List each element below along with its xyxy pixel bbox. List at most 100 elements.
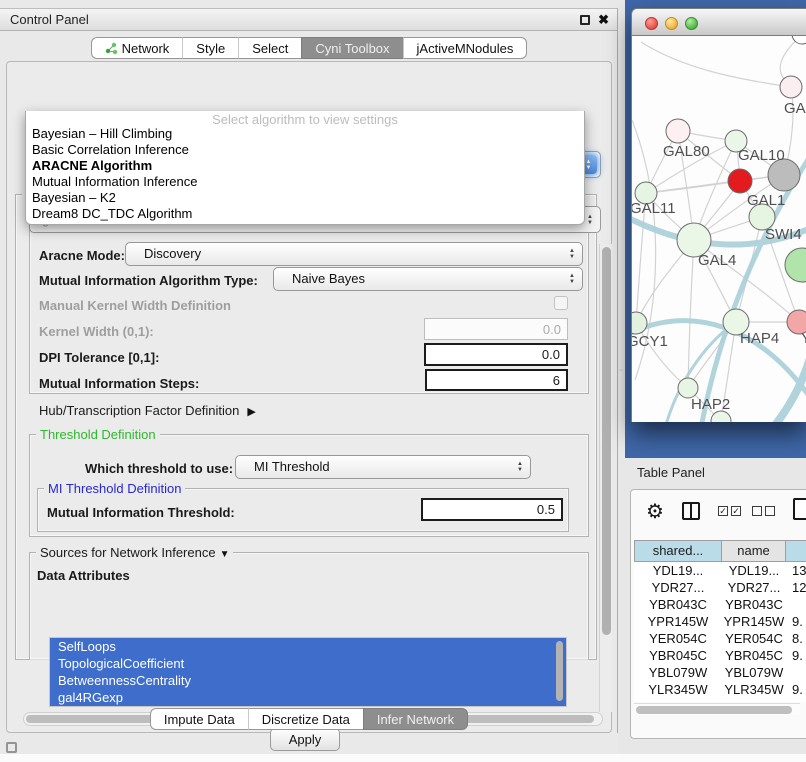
tab-style[interactable]: Style <box>182 37 238 59</box>
table-panel-title: Table Panel <box>637 465 705 480</box>
control-panel-titlebar: Control Panel ✖ <box>0 9 617 31</box>
tab-jactivemnodules[interactable]: jActiveMNodules <box>403 37 528 59</box>
mi-threshold-label: Mutual Information Threshold: <box>47 505 235 520</box>
network-canvas[interactable]: GAL GAL80 GAL10 GAL1 GAL11 SWI4 GAL4 GCY… <box>631 36 806 422</box>
kernel-width-field[interactable]: 0.0 <box>424 318 568 340</box>
aracne-mode-combobox[interactable]: Discovery ▲▼ <box>125 242 583 266</box>
table-row[interactable]: YLR345WYLR345W9. <box>634 681 806 698</box>
bottom-tabbar: Impute Data Discretize Data Infer Networ… <box>0 708 618 730</box>
collapse-down-icon: ▼ <box>220 549 230 560</box>
minimize-window-icon[interactable] <box>665 17 678 30</box>
settings-vertical-scrollbar[interactable] <box>599 244 612 712</box>
close-icon[interactable]: ✖ <box>598 11 609 29</box>
mi-steps-field[interactable]: 6 <box>425 369 568 391</box>
hub-definition-toggle[interactable]: Hub/Transcription Factor Definition▶ <box>39 403 256 418</box>
dropdown-item-selected[interactable]: ARACNE Algorithm <box>26 158 584 174</box>
list-item[interactable]: SelfLoops <box>50 638 566 655</box>
network-node-gal1-selected[interactable] <box>728 169 752 193</box>
group-title: Threshold Definition <box>36 427 160 442</box>
dropdown-item[interactable]: Basic Correlation Inference <box>26 142 584 158</box>
mi-threshold-field[interactable]: 0.5 <box>421 498 563 521</box>
sources-toggle[interactable]: Sources for Network Inference▼ <box>36 545 233 560</box>
node-label: GAL11 <box>632 200 676 217</box>
list-scrollbar[interactable] <box>556 641 563 701</box>
traffic-lights <box>645 17 698 30</box>
which-threshold-combobox[interactable]: MI Threshold ▲▼ <box>235 455 531 479</box>
table-row[interactable]: YPR145WYPR145W9. <box>634 613 806 630</box>
dropdown-placeholder: Select algorithm to view settings <box>26 111 584 126</box>
zoom-window-icon[interactable] <box>685 17 698 30</box>
panel-title: Control Panel <box>10 9 89 31</box>
mi-steps-value: 6 <box>553 373 560 388</box>
tab-impute-data[interactable]: Impute Data <box>150 708 248 730</box>
tab-select[interactable]: Select <box>238 37 301 59</box>
list-item[interactable]: BetweennessCentrality <box>50 672 566 689</box>
network-node-hap2[interactable] <box>678 378 698 398</box>
table-body[interactable]: YDL19...YDL19...13 YDR27...YDR27...12 YB… <box>634 562 806 702</box>
unchecked-box-icon <box>765 506 775 516</box>
float-icon[interactable] <box>580 15 590 25</box>
group-title: MI Threshold Definition <box>44 481 185 496</box>
table-row[interactable]: YBL079WYBL079W <box>634 664 806 681</box>
minimized-panel-icon[interactable] <box>6 742 17 753</box>
tab-label: Impute Data <box>164 709 235 730</box>
close-window-icon[interactable] <box>645 17 658 30</box>
network-node-green[interactable] <box>785 248 806 282</box>
table-row[interactable]: YBR043CYBR043C <box>634 596 806 613</box>
data-attributes-label: Data Attributes <box>37 568 130 583</box>
list-item[interactable]: gal4RGexp <box>50 689 566 706</box>
tab-label: Discretize Data <box>262 709 350 730</box>
table-row[interactable]: YDR27...YDR27...12 <box>634 579 806 596</box>
column-header-shared-name[interactable]: shared... <box>634 540 722 562</box>
table-row[interactable]: YIL052CYIL052C9. <box>634 698 806 702</box>
network-node-gal[interactable] <box>780 76 802 98</box>
dpi-tolerance-value: 0.0 <box>542 347 560 362</box>
combobox-stepper-icon: ▲▼ <box>569 243 575 265</box>
network-icon <box>105 42 118 55</box>
document-icon[interactable] <box>793 498 806 520</box>
tab-label: Cyni Toolbox <box>315 38 389 59</box>
apply-button[interactable]: Apply <box>270 728 340 751</box>
tab-label: jActiveMNodules <box>417 38 514 59</box>
select-all-columns-icon[interactable]: ✓ ✓ <box>718 506 741 516</box>
network-node-gal80[interactable] <box>666 119 690 143</box>
tab-infer-network[interactable]: Infer Network <box>363 708 468 730</box>
data-attributes-list: SelfLoops TopologicalCoefficient Between… <box>49 637 567 707</box>
network-window-titlebar[interactable] <box>631 8 806 36</box>
bottom-strip <box>0 754 806 762</box>
collapse-right-icon: ▶ <box>247 405 255 418</box>
algorithm-dropdown-popup: Select algorithm to view settings Bayesi… <box>25 111 585 225</box>
table-header-row: shared... name <box>634 540 806 562</box>
dropdown-item[interactable]: Dream8 DC_TDC Algorithm <box>26 206 584 222</box>
columns-icon[interactable] <box>682 502 700 520</box>
deselect-all-columns-icon[interactable] <box>752 506 775 516</box>
tab-label: Select <box>252 38 288 59</box>
splitter-handle[interactable]: ∙∙ <box>619 369 623 376</box>
tab-network[interactable]: Network <box>91 37 183 59</box>
node-label: GAL80 <box>663 143 710 160</box>
column-header[interactable] <box>786 540 806 562</box>
dropdown-item[interactable]: Bayesian – K2 <box>26 190 584 206</box>
table-row[interactable]: YER054CYER054C8. <box>634 630 806 647</box>
column-header-name[interactable]: name <box>722 540 786 562</box>
dropdown-item[interactable]: Bayesian – Hill Climbing <box>26 126 584 142</box>
top-tabbar: Network Style Select Cyni Toolbox jActiv… <box>0 37 618 59</box>
control-panel: Control Panel ✖ Network Style Select Cyn… <box>0 8 618 733</box>
table-row[interactable]: YBR045CYBR045C9. <box>634 647 806 664</box>
network-node-gcy1[interactable] <box>632 312 647 334</box>
scrollbar-thumb[interactable] <box>636 706 792 714</box>
table-horizontal-scrollbar[interactable] <box>634 703 800 715</box>
node-label: GAL4 <box>698 252 736 269</box>
list-item[interactable]: TopologicalCoefficient <box>50 655 566 672</box>
gear-icon[interactable]: ⚙ <box>646 499 664 524</box>
cyni-toolbox-panel: ▲▼ gal-filtered.sif default node ▲▼ Sele… <box>6 61 612 733</box>
table-toolbar: ⚙ ✓ ✓ <box>630 497 806 531</box>
table-row[interactable]: YDL19...YDL19...13 <box>634 562 806 579</box>
tab-discretize-data[interactable]: Discretize Data <box>248 708 363 730</box>
dpi-tolerance-field[interactable]: 0.0 <box>424 343 568 366</box>
dropdown-item[interactable]: Mutual Information Inference <box>26 174 584 190</box>
tab-cyni-toolbox[interactable]: Cyni Toolbox <box>301 37 402 59</box>
scrollbar-thumb[interactable] <box>602 247 611 635</box>
mi-type-combobox[interactable]: Naive Bayes ▲▼ <box>273 267 583 291</box>
manual-kernel-checkbox[interactable] <box>554 296 568 310</box>
